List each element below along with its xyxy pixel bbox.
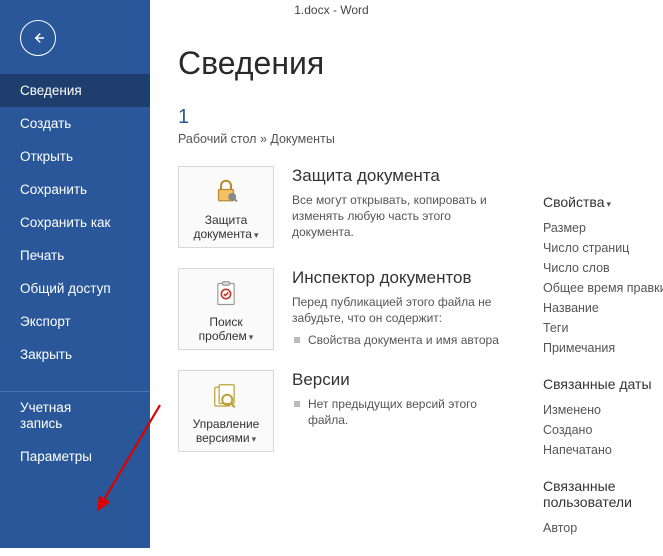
prop-edit-time: Общее время правки (543, 278, 663, 298)
protect-document-button[interactable]: Защита документа▾ (178, 166, 274, 248)
prop-words: Число слов (543, 258, 663, 278)
nav-new[interactable]: Создать (0, 107, 150, 140)
related-people-heading: Связанные пользователи (543, 478, 663, 510)
prop-modified: Изменено (543, 400, 663, 420)
related-dates-heading: Связанные даты (543, 376, 663, 392)
nav-close[interactable]: Закрыть (0, 338, 150, 371)
document-name: 1 (178, 106, 663, 129)
prop-size: Размер (543, 218, 663, 238)
prop-title: Название (543, 298, 663, 318)
prop-printed: Напечатано (543, 440, 663, 460)
prop-tags: Теги (543, 318, 663, 338)
nav-saveas[interactable]: Сохранить как (0, 206, 150, 239)
prop-created: Создано (543, 420, 663, 440)
manage-versions-button[interactable]: Управление версиями▾ (178, 370, 274, 452)
inspect-item: Свойства документа и имя автора (292, 332, 502, 348)
properties-pane: Свойства▾ Размер Число страниц Число сло… (543, 194, 663, 556)
checklist-icon (212, 279, 240, 309)
chevron-down-icon: ▾ (254, 230, 259, 240)
backstage-sidebar: Сведения Создать Открыть Сохранить Сохра… (0, 0, 150, 548)
nav-account[interactable]: Учетная запись (0, 391, 150, 440)
breadcrumb[interactable]: Рабочий стол » Документы (178, 132, 663, 146)
nav-export[interactable]: Экспорт (0, 305, 150, 338)
prop-pages: Число страниц (543, 238, 663, 258)
chevron-down-icon: ▾ (249, 332, 254, 342)
check-issues-button[interactable]: Поиск проблем▾ (178, 268, 274, 350)
arrow-left-icon (29, 29, 47, 47)
versions-heading: Версии (292, 370, 502, 390)
nav-save[interactable]: Сохранить (0, 173, 150, 206)
nav-open[interactable]: Открыть (0, 140, 150, 173)
prop-author: Автор (543, 518, 663, 538)
nav-share[interactable]: Общий доступ (0, 272, 150, 305)
versions-icon (211, 381, 241, 411)
chevron-down-icon: ▾ (606, 199, 611, 209)
versions-item: Нет предыдущих версий этого файла. (292, 396, 502, 428)
chevron-down-icon: ▾ (252, 434, 257, 444)
protect-heading: Защита документа (292, 166, 502, 186)
nav-print[interactable]: Печать (0, 239, 150, 272)
properties-heading[interactable]: Свойства▾ (543, 194, 663, 210)
versions-button-label: Управление версиями (193, 417, 260, 445)
nav-info[interactable]: Сведения (0, 74, 150, 107)
back-button[interactable] (20, 20, 56, 56)
protect-description: Все могут открывать, копировать и изменя… (292, 192, 502, 241)
info-panel: Сведения 1 Рабочий стол » Документы Защи… (150, 20, 663, 548)
page-title: Сведения (178, 45, 663, 82)
inspect-button-label: Поиск проблем (199, 315, 247, 343)
lock-icon (211, 177, 241, 207)
inspect-heading: Инспектор документов (292, 268, 502, 288)
protect-button-label: Защита документа (193, 213, 252, 241)
nav-list: Сведения Создать Открыть Сохранить Сохра… (0, 74, 150, 473)
inspect-description: Перед публикацией этого файла не забудьт… (292, 294, 502, 326)
nav-options[interactable]: Параметры (0, 440, 150, 473)
prop-comments: Примечания (543, 338, 663, 358)
